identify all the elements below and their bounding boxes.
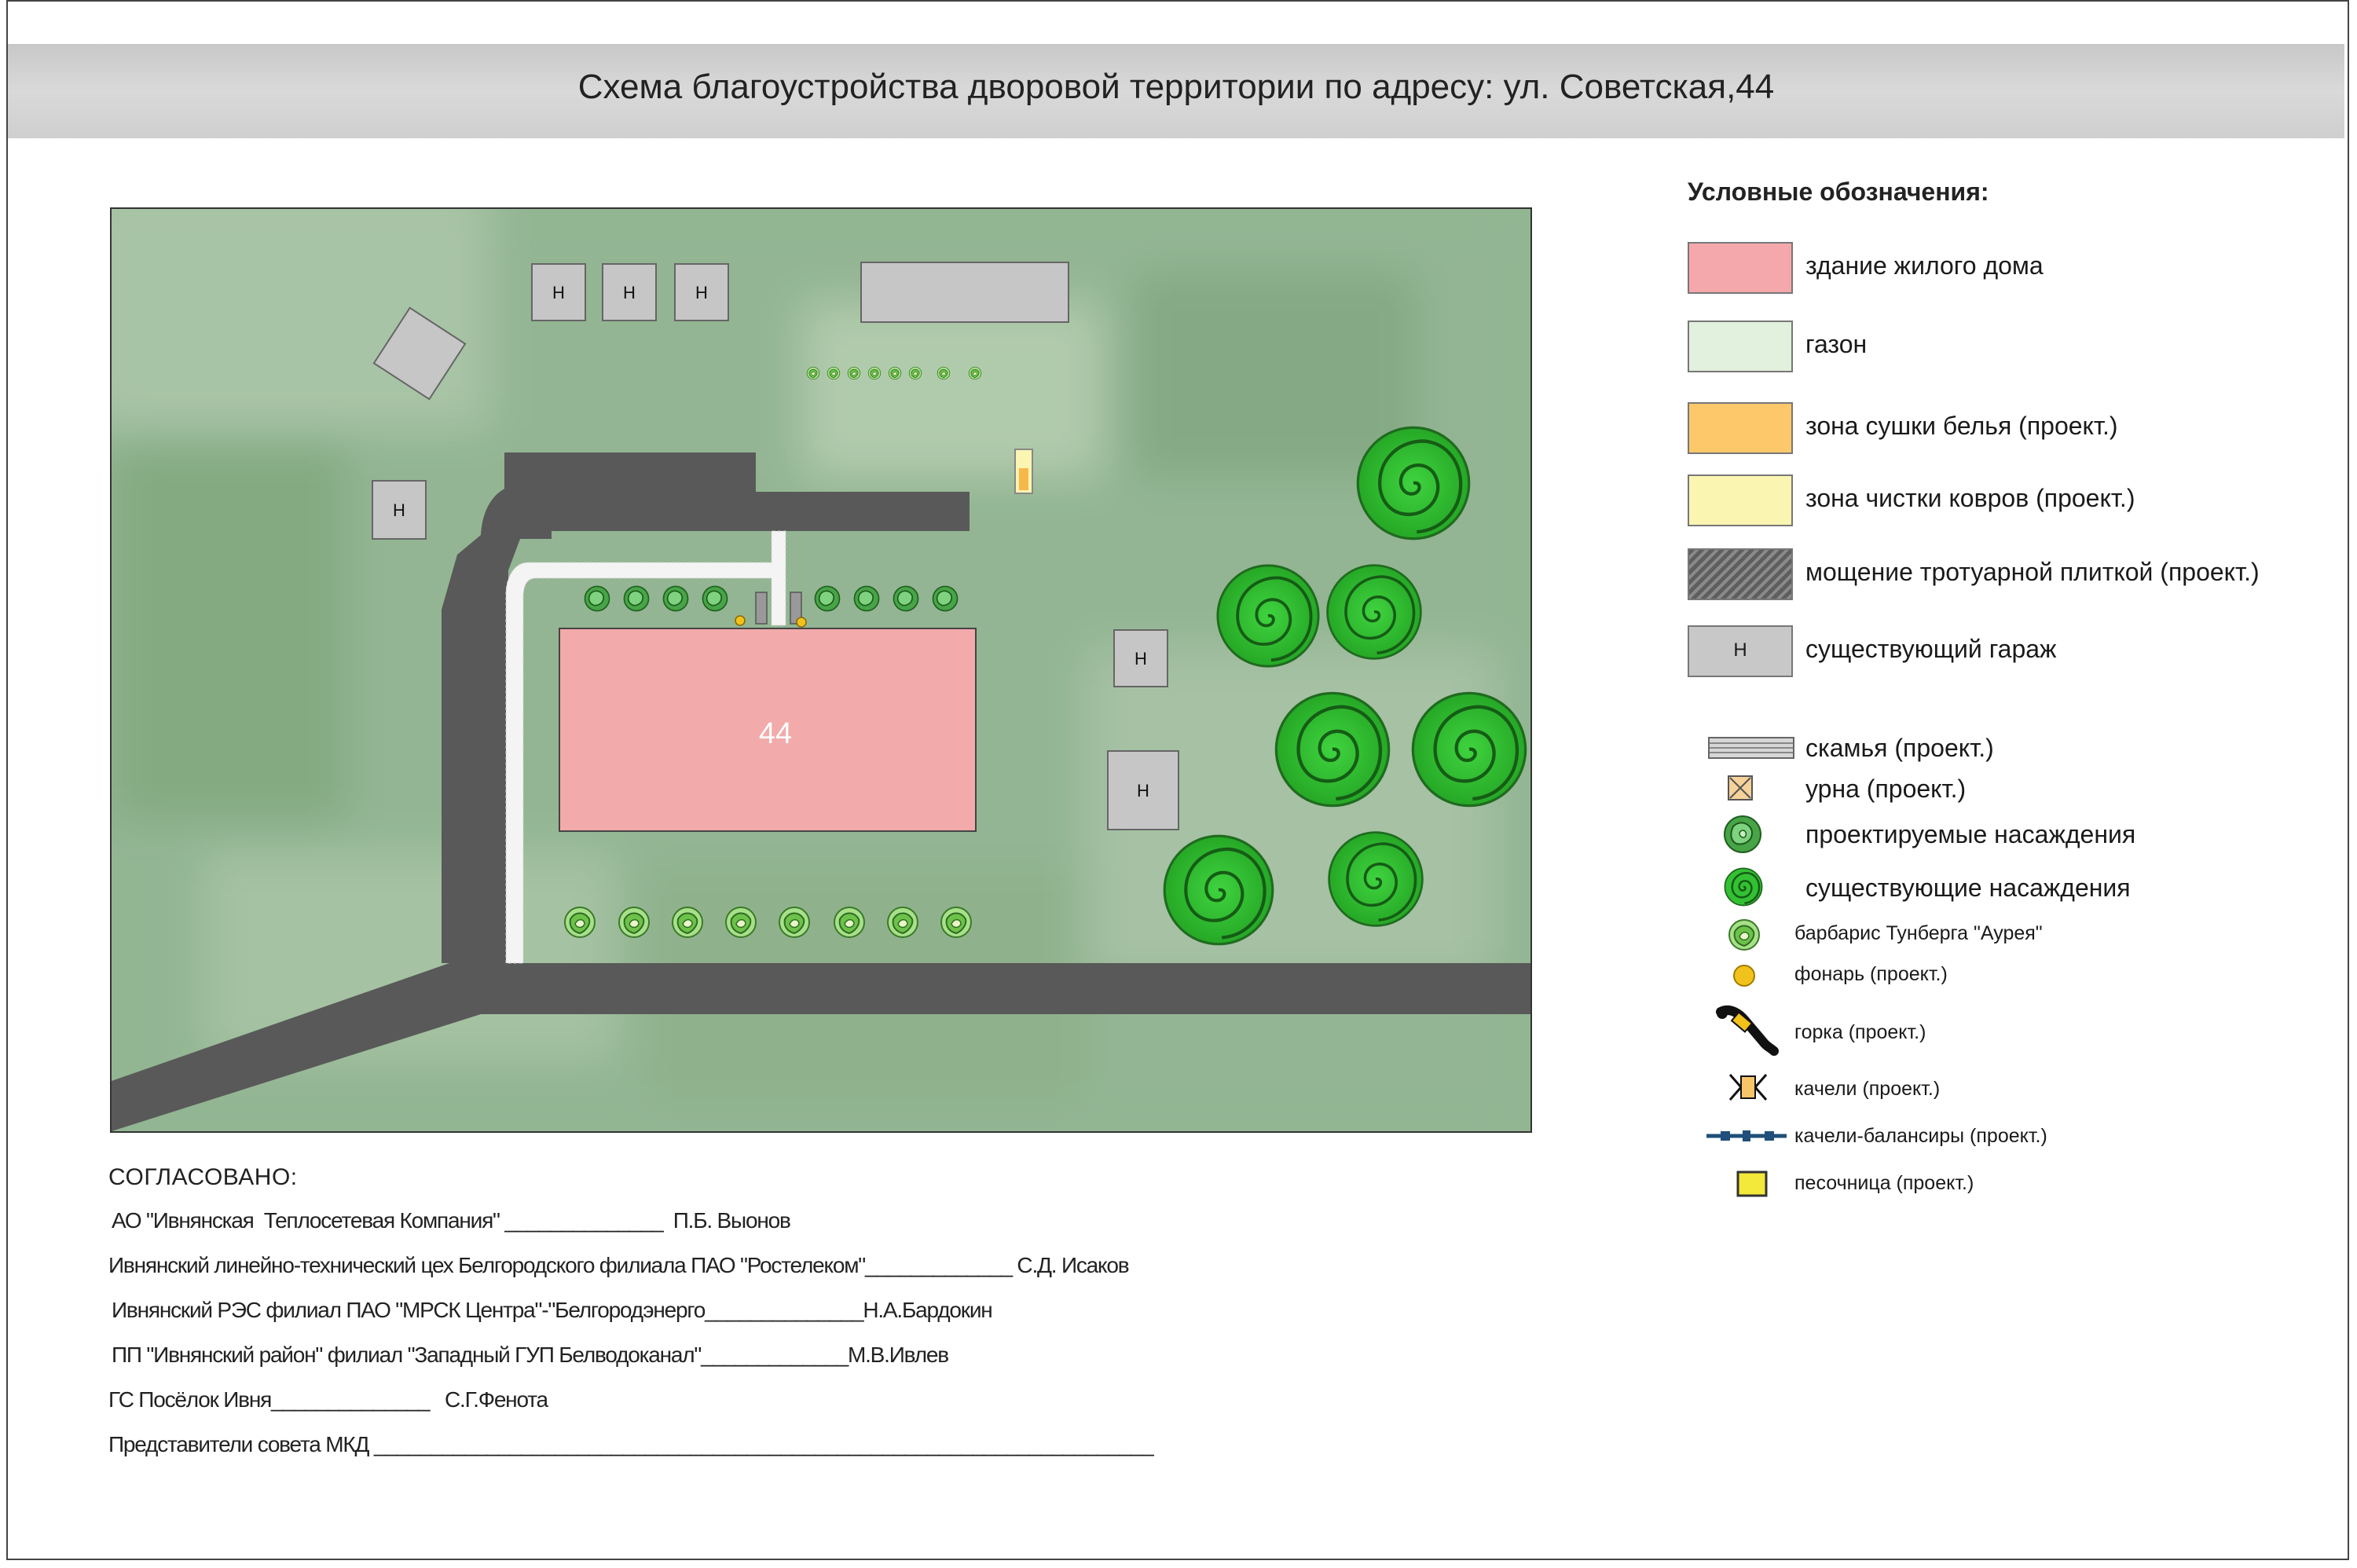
legend-label-barberry: барбарис Тунберга "Аурея" bbox=[1794, 922, 2043, 944]
legend-label-urn: урна (проект.) bbox=[1805, 775, 1967, 803]
garage: Н bbox=[1107, 750, 1179, 830]
seesaw-icon bbox=[1706, 1130, 1787, 1141]
garage: Н bbox=[674, 263, 729, 321]
approval-line: Представители совета МКД _______________… bbox=[108, 1432, 1154, 1456]
planned-tree-icon bbox=[1724, 815, 1761, 853]
legend-label-drying-zone: зона сушки белья (проект.) bbox=[1805, 412, 2118, 440]
legend-swatch-carpet-zone bbox=[1688, 474, 1793, 526]
legend-label-carpet-zone: зона чистки ковров (проект.) bbox=[1805, 484, 2135, 512]
svg-text:Н: Н bbox=[1135, 649, 1147, 669]
existing-tree-icon bbox=[1724, 867, 1763, 907]
urn-icon bbox=[1728, 775, 1753, 800]
residential-building: 44 bbox=[559, 628, 977, 832]
svg-text:Н: Н bbox=[1137, 781, 1149, 800]
legend-label-seesaw: качели-балансиры (проект.) bbox=[1794, 1125, 2047, 1147]
garage: Н bbox=[1113, 629, 1168, 687]
legend-swatch-garage: Н bbox=[1688, 625, 1793, 677]
approvals-block: СОГЛАСОВАНО: АО "Ивнянская Теплосетевая … bbox=[108, 1164, 1154, 1477]
legend-label-building: здание жилого дома bbox=[1805, 251, 2044, 280]
legend-garage-mark: Н bbox=[1733, 639, 1747, 661]
approval-line: АО "Ивнянская Теплосетевая Компания" ___… bbox=[112, 1208, 791, 1233]
lamp-icon bbox=[1733, 965, 1755, 987]
legend-label-slide: горка (проект.) bbox=[1794, 1021, 1926, 1043]
approval-line: Ивнянский РЭС филиал ПАО "МРСК Центра"-"… bbox=[112, 1298, 993, 1322]
legend-label-planned-trees: проектируемые насаждения bbox=[1805, 820, 2136, 848]
svg-text:Н: Н bbox=[623, 283, 636, 302]
garage: Н bbox=[602, 263, 657, 321]
garage: Н bbox=[531, 263, 586, 321]
legend-label-garage: существующий гараж bbox=[1805, 635, 2057, 663]
site-plan-drawing: Н Н Н Н Н Н 44 bbox=[112, 209, 1530, 1131]
legend-label-sandbox: песочница (проект.) bbox=[1794, 1172, 1974, 1194]
building-number: 44 bbox=[759, 717, 792, 750]
garage: Н bbox=[372, 480, 427, 540]
barberry-icon bbox=[1728, 919, 1760, 951]
legend-label-paving: мощение тротуарной плиткой (проект.) bbox=[1805, 558, 2260, 586]
drying-zone bbox=[1014, 449, 1033, 494]
legend-swatch-lawn bbox=[1688, 321, 1793, 372]
legend-swatch-building bbox=[1688, 242, 1793, 294]
legend-title: Условные обозначения: bbox=[1688, 178, 1989, 206]
page-title: Схема благоустройства дворовой территори… bbox=[577, 68, 1775, 106]
sandbox-icon bbox=[1736, 1171, 1768, 1197]
approval-line: Ивнянский линейно-технический цех Белгор… bbox=[108, 1253, 1130, 1277]
swing-icon bbox=[1728, 1074, 1768, 1101]
legend-label-lamp: фонарь (проект.) bbox=[1794, 963, 1948, 985]
legend-label-existing-trees: существующие насаждения bbox=[1805, 874, 2131, 902]
svg-text:Н: Н bbox=[695, 283, 708, 302]
approval-line: ПП "Ивнянский район" филиал "Западный ГУ… bbox=[112, 1343, 949, 1367]
slide-icon bbox=[1716, 1005, 1779, 1056]
bench-icon bbox=[1708, 737, 1794, 759]
approval-line: ГС Посёлок Ивня______________ С.Г.Фенота bbox=[108, 1387, 548, 1412]
title-bar: Схема благоустройства дворовой территори… bbox=[8, 44, 2344, 138]
svg-text:Н: Н bbox=[393, 500, 405, 520]
long-shed bbox=[860, 262, 1069, 323]
site-plan: Н Н Н Н Н Н 44 bbox=[110, 207, 1532, 1133]
svg-text:Н: Н bbox=[552, 283, 565, 302]
legend-label-swing: качели (проект.) bbox=[1794, 1078, 1941, 1100]
legend-swatch-paving bbox=[1688, 548, 1793, 600]
legend-swatch-drying-zone bbox=[1688, 402, 1793, 454]
legend-label-bench: скамья (проект.) bbox=[1805, 734, 1994, 762]
legend-label-lawn: газон bbox=[1805, 330, 1868, 358]
approvals-heading: СОГЛАСОВАНО: bbox=[108, 1164, 298, 1190]
